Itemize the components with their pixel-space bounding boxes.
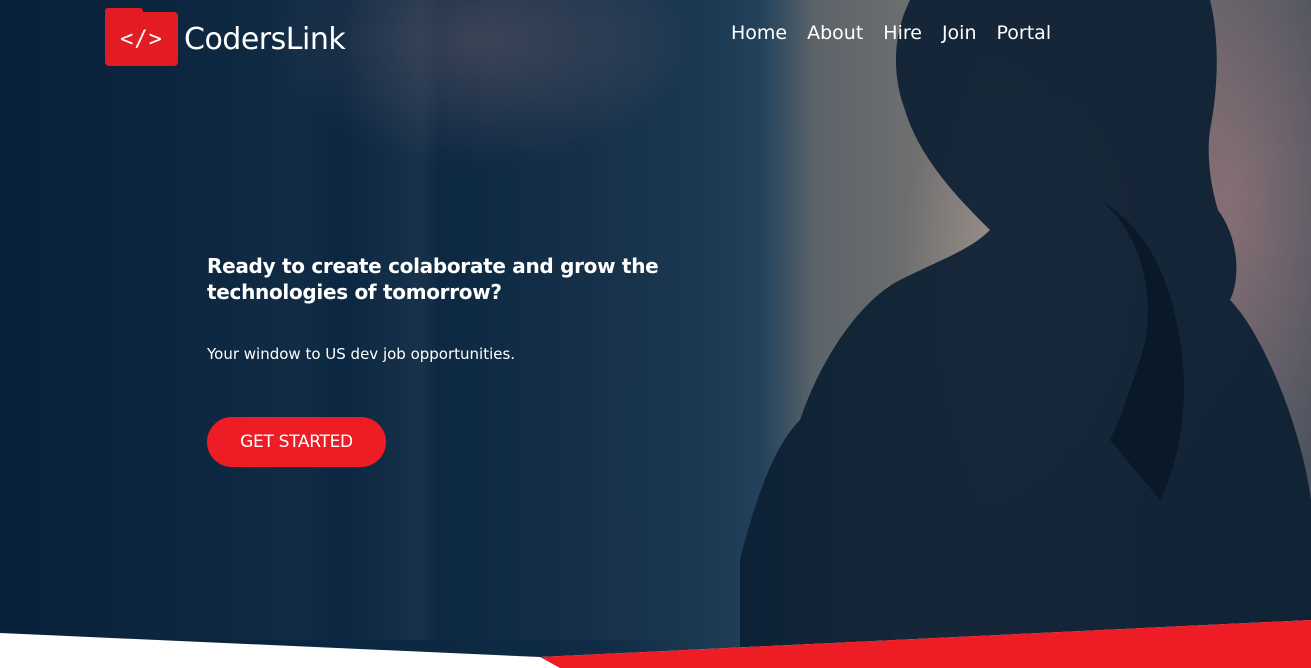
brand-name: CodersLink (184, 21, 346, 57)
nav-link-hire[interactable]: Hire (883, 22, 922, 44)
top-navbar: </> CodersLink Home About Hire Join Port… (0, 0, 1311, 80)
logo-glyph: </> (120, 26, 163, 52)
nav-link-portal[interactable]: Portal (997, 22, 1052, 44)
bottom-angled-band (0, 620, 1311, 668)
nav-menu: Home About Hire Join Portal (731, 22, 1051, 44)
hero-text-block: Ready to create colaborate and grow the … (207, 253, 767, 363)
get-started-button[interactable]: GET STARTED (207, 417, 386, 467)
nav-link-about[interactable]: About (807, 22, 863, 44)
brand-logo[interactable]: </> CodersLink (105, 8, 346, 66)
nav-link-join[interactable]: Join (942, 22, 977, 44)
hero-subline: Your window to US dev job opportunities. (207, 345, 516, 363)
nav-link-home[interactable]: Home (731, 22, 787, 44)
hero-headline: Ready to create colaborate and grow the … (207, 254, 659, 304)
code-brackets-icon: </> (105, 8, 178, 66)
